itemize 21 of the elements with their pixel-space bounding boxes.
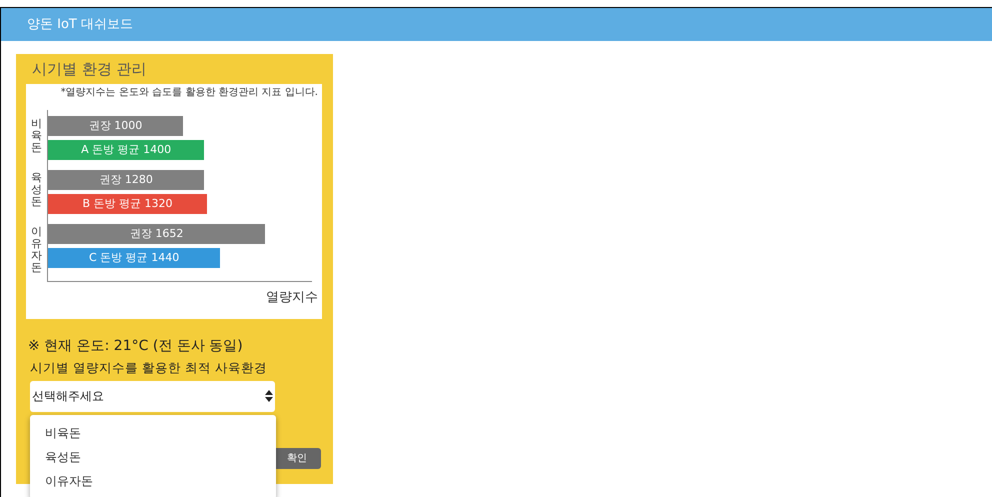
dropdown-option[interactable]: 육성돈 <box>30 444 276 469</box>
axis-title: 열량지수 <box>266 289 318 307</box>
bar: 권장 1000 <box>48 116 184 136</box>
bar: A 돈방 평균 1400 <box>48 140 204 160</box>
select-label: 시기별 열량지수를 활용한 최적 사육환경 <box>30 359 268 377</box>
confirm-button[interactable]: 확인 <box>273 448 321 469</box>
panel-title: 시기별 환경 관리 <box>31 59 148 80</box>
chart-note: *열량지수는 온도와 습도를 활용한 환경관리 지표 입니다. <box>60 86 318 100</box>
sort-icon <box>265 390 273 402</box>
dropdown-option[interactable]: 비육돈 <box>30 420 276 445</box>
dropdown-option[interactable]: 이유자돈 <box>30 468 276 493</box>
bar: 권장 1280 <box>48 170 204 190</box>
bar: 권장 1652 <box>48 224 266 244</box>
category-label: 이유자돈 <box>31 226 42 274</box>
bar: C 돈방 평균 1440 <box>48 248 220 268</box>
select-field[interactable]: 선택해주세요 <box>30 380 275 412</box>
category-label: 육성돈 <box>31 172 42 208</box>
category-label: 비육돈 <box>31 118 42 154</box>
bar: B 돈방 평균 1320 <box>48 194 207 214</box>
header-title: 양돈 IoT 대쉬보드 <box>27 16 133 34</box>
temperature-text: ※ 현재 온도: 21°C (전 돈사 동일) <box>28 337 244 356</box>
